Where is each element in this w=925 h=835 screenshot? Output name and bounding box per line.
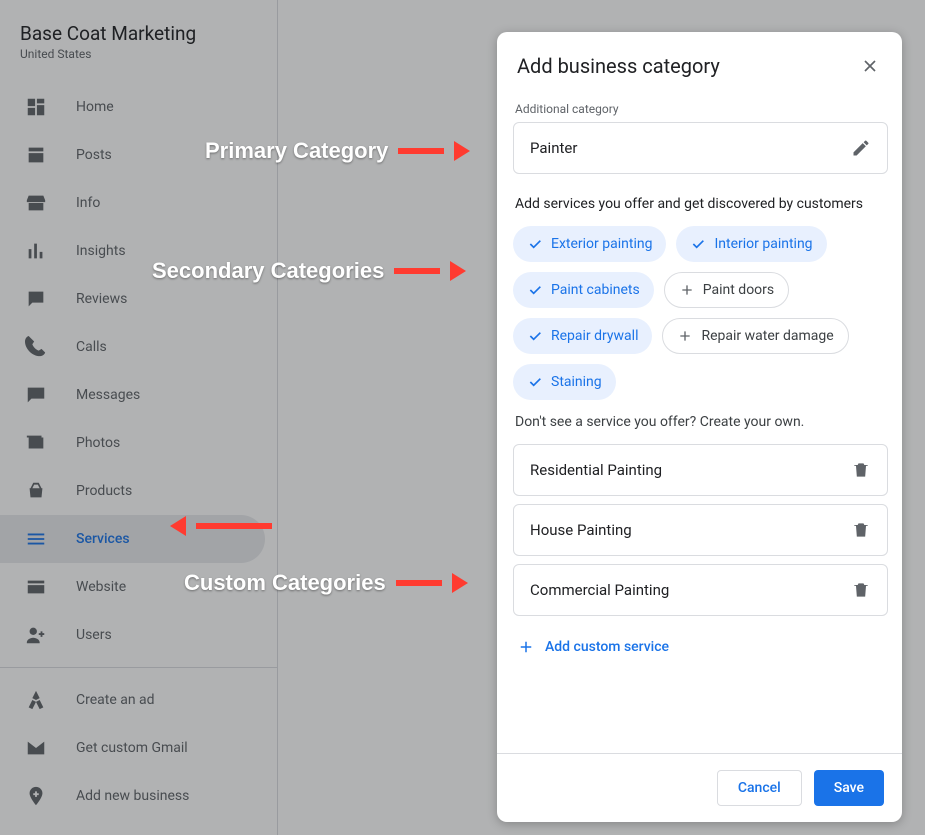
service-chip[interactable]: Exterior painting [513, 226, 666, 262]
annotation-label: Primary Category [205, 138, 388, 164]
save-button[interactable]: Save [814, 770, 884, 806]
trash-icon [851, 460, 871, 480]
arrow-head-icon [170, 516, 186, 536]
close-icon [860, 56, 880, 76]
category-field-label: Additional category [515, 102, 886, 116]
services-helper-text: Add services you offer and get discovere… [515, 196, 884, 212]
service-chip[interactable]: Paint cabinets [513, 272, 654, 308]
add-custom-service-label: Add custom service [545, 639, 669, 655]
chip-label: Interior painting [714, 236, 812, 252]
plus-icon [517, 638, 535, 656]
add-category-modal: Add business category Additional categor… [497, 32, 902, 822]
check-icon [527, 236, 543, 252]
save-label: Save [834, 780, 864, 796]
modal-header: Add business category [497, 32, 902, 88]
custom-service-label: House Painting [530, 521, 632, 539]
annotation-services-pointer [170, 516, 272, 536]
add-custom-service-button[interactable]: Add custom service [513, 624, 886, 670]
primary-category-field[interactable]: Painter [513, 122, 888, 174]
pencil-icon [851, 138, 871, 158]
service-chip[interactable]: Interior painting [676, 226, 826, 262]
annotation-label: Custom Categories [184, 570, 386, 596]
chip-label: Repair drywall [551, 328, 638, 344]
delete-custom-service-button[interactable] [851, 580, 871, 600]
annotation-custom: Custom Categories [184, 570, 468, 596]
chip-label: Staining [551, 374, 602, 390]
delete-custom-service-button[interactable] [851, 520, 871, 540]
custom-service-hint: Don't see a service you offer? Create yo… [515, 414, 884, 430]
custom-service-label: Residential Painting [530, 461, 662, 479]
close-button[interactable] [858, 54, 882, 78]
trash-icon [851, 580, 871, 600]
annotation-label: Secondary Categories [152, 258, 384, 284]
arrow-head-icon [450, 261, 466, 281]
cancel-label: Cancel [738, 780, 781, 796]
service-chip[interactable]: Repair drywall [513, 318, 652, 354]
modal-title: Add business category [517, 54, 720, 78]
chip-label: Exterior painting [551, 236, 652, 252]
annotation-primary: Primary Category [205, 138, 470, 164]
service-chips: Exterior painting Interior painting Pain… [513, 226, 886, 400]
service-chip[interactable]: Paint doors [664, 272, 789, 308]
service-chip[interactable]: Staining [513, 364, 616, 400]
arrow-head-icon [452, 573, 468, 593]
cancel-button[interactable]: Cancel [717, 770, 802, 806]
chip-label: Paint cabinets [551, 282, 640, 298]
check-icon [527, 328, 543, 344]
chip-label: Repair water damage [701, 328, 833, 344]
check-icon [527, 282, 543, 298]
delete-custom-service-button[interactable] [851, 460, 871, 480]
check-icon [527, 374, 543, 390]
edit-category-button[interactable] [851, 138, 871, 158]
trash-icon [851, 520, 871, 540]
plus-icon [677, 328, 693, 344]
modal-footer: Cancel Save [497, 753, 902, 822]
check-icon [690, 236, 706, 252]
plus-icon [679, 282, 695, 298]
chip-label: Paint doors [703, 282, 774, 298]
custom-service-row[interactable]: Commercial Painting [513, 564, 888, 616]
arrow-shaft-icon [196, 523, 272, 529]
primary-category-value: Painter [530, 139, 577, 157]
custom-service-row[interactable]: Residential Painting [513, 444, 888, 496]
annotation-secondary: Secondary Categories [152, 258, 466, 284]
arrow-shaft-icon [394, 268, 440, 274]
custom-service-label: Commercial Painting [530, 581, 669, 599]
arrow-head-icon [454, 141, 470, 161]
arrow-shaft-icon [396, 580, 442, 586]
service-chip[interactable]: Repair water damage [662, 318, 848, 354]
custom-service-row[interactable]: House Painting [513, 504, 888, 556]
arrow-shaft-icon [398, 148, 444, 154]
modal-body: Additional category Painter Add services… [497, 88, 902, 753]
